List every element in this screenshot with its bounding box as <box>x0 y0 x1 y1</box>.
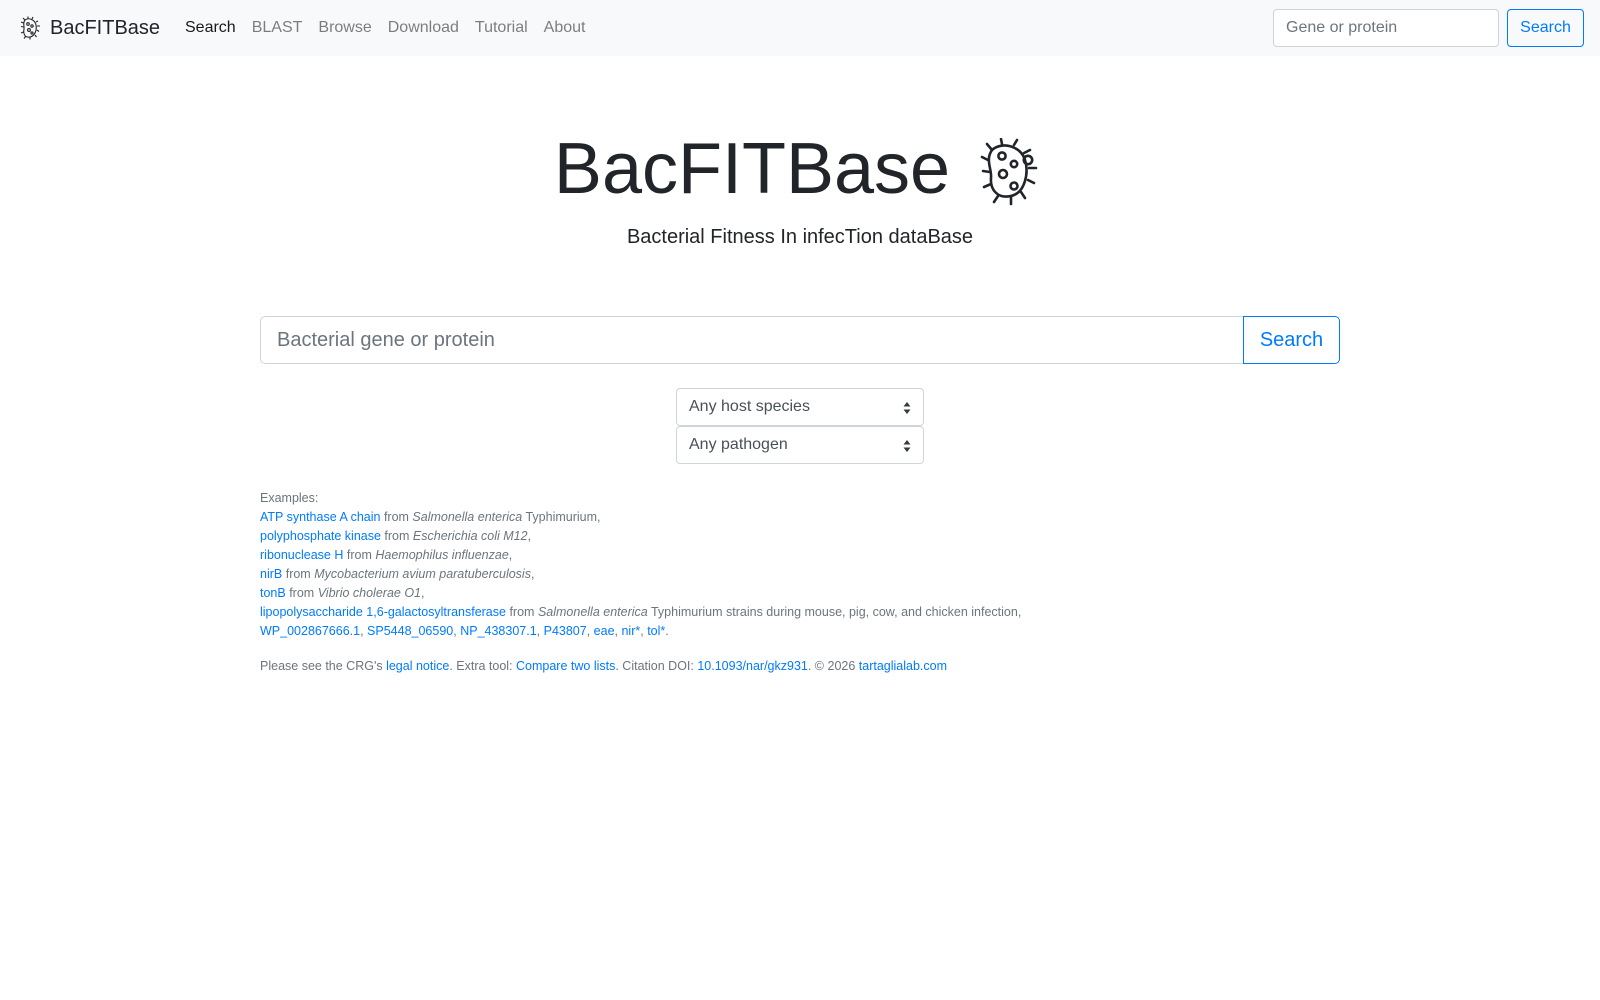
page-title: BacFITBase <box>553 129 951 209</box>
example-gene-link[interactable]: nirB <box>260 567 282 581</box>
example-species: Haemophilus influenzae <box>375 548 509 562</box>
example-line: ribonuclease H from Haemophilus influenz… <box>260 546 1340 565</box>
footer-text: . © 2026 <box>807 659 859 673</box>
example-species: Salmonella enterica <box>412 510 523 524</box>
navbar: BacFITBase Search BLAST Browse Download … <box>0 0 1600 56</box>
example-id-link[interactable]: NP_438307.1 <box>460 624 536 638</box>
example-id-link[interactable]: WP_002867666.1 <box>260 624 360 638</box>
footer: Please see the CRG's legal notice. Extra… <box>260 657 1340 676</box>
example-suffix: , <box>530 567 535 581</box>
footer-text: Please see the CRG's <box>260 659 387 673</box>
nav-link-download[interactable]: Download <box>380 16 467 40</box>
example-line: tonB from Vibrio cholerae O1, <box>260 584 1340 603</box>
example-ids-line: WP_002867666.1, SP5448_06590, NP_438307.… <box>260 624 669 638</box>
example-from: from <box>285 567 311 581</box>
lab-link[interactable]: tartaglialab.com <box>859 659 947 673</box>
example-line: polyphosphate kinase from Escherichia co… <box>260 527 1340 546</box>
bacteria-icon <box>20 16 40 40</box>
nav-link-blast[interactable]: BLAST <box>244 16 311 40</box>
examples-section: Examples: ATP synthase A chain from Salm… <box>260 489 1340 641</box>
example-suffix: Typhimurium, <box>522 510 601 524</box>
bacteria-icon <box>980 138 1038 206</box>
example-id-link[interactable]: SP5448_06590 <box>367 624 453 638</box>
example-suffix: , <box>421 586 425 600</box>
example-id-link[interactable]: P43807 <box>544 624 587 638</box>
example-suffix: , <box>508 548 513 562</box>
example-id-link[interactable]: tol* <box>647 624 665 638</box>
example-line: lipopolysaccharide 1,6-galactosyltransfe… <box>260 603 1340 622</box>
example-species: Mycobacterium avium paratuberculosis <box>314 567 531 581</box>
example-from: from <box>509 605 535 619</box>
main-search-group: Search <box>260 316 1340 364</box>
brand-name: BacFITBase <box>50 17 161 39</box>
pathogen-select[interactable]: Any pathogen <box>676 426 924 464</box>
example-line: ATP synthase A chain from Salmonella ent… <box>260 508 1340 527</box>
nav-link-tutorial[interactable]: Tutorial <box>467 16 536 40</box>
select-arrows-icon <box>903 402 911 414</box>
host-species-value: Any host species <box>689 398 810 415</box>
example-from: from <box>289 586 315 600</box>
example-species: Escherichia coli M12 <box>412 529 528 543</box>
nav-link-about[interactable]: About <box>536 16 594 40</box>
legal-notice-link[interactable]: legal notice <box>386 659 449 673</box>
select-arrows-icon <box>903 440 911 452</box>
pathogen-value: Any pathogen <box>689 436 788 453</box>
example-gene-link[interactable]: ribonuclease H <box>260 548 343 562</box>
example-suffix: , <box>527 529 532 543</box>
main-search-input[interactable] <box>260 316 1244 364</box>
example-line: nirB from Mycobacterium avium paratuberc… <box>260 565 1340 584</box>
footer-text: . Citation DOI: <box>615 659 698 673</box>
example-gene-link[interactable]: tonB <box>260 586 286 600</box>
example-from: from <box>383 510 409 524</box>
nav-search-input[interactable] <box>1273 9 1499 47</box>
example-from: from <box>384 529 410 543</box>
example-gene-link[interactable]: lipopolysaccharide 1,6-galactosyltransfe… <box>260 605 506 619</box>
nav-search-button[interactable]: Search <box>1507 9 1584 47</box>
nav-link-browse[interactable]: Browse <box>310 16 379 40</box>
doi-link[interactable]: 10.1093/nar/gkz931 <box>697 659 808 673</box>
example-gene-link[interactable]: polyphosphate kinase <box>260 529 381 543</box>
examples-label: Examples: <box>260 491 319 505</box>
example-id-link[interactable]: eae <box>594 624 615 638</box>
main-search-button[interactable]: Search <box>1243 316 1340 364</box>
example-from: from <box>346 548 372 562</box>
brand-link[interactable]: BacFITBase <box>18 14 160 42</box>
example-id-link[interactable]: nir* <box>621 624 640 638</box>
example-gene-link[interactable]: ATP synthase A chain <box>260 510 380 524</box>
nav-links: Search BLAST Browse Download Tutorial Ab… <box>177 16 593 40</box>
example-species: Vibrio cholerae O1 <box>317 586 421 600</box>
example-species: Salmonella enterica <box>537 605 648 619</box>
hero: BacFITBase <box>0 126 1600 212</box>
nav-link-search[interactable]: Search <box>177 16 244 40</box>
compare-lists-link[interactable]: Compare two lists <box>516 659 615 673</box>
example-suffix: Typhimurium strains during mouse, pig, c… <box>647 605 1022 619</box>
host-species-select[interactable]: Any host species <box>676 388 924 426</box>
footer-text: . Extra tool: <box>449 659 517 673</box>
page-subtitle: Bacterial Fitness In infecTion dataBase <box>626 226 974 248</box>
